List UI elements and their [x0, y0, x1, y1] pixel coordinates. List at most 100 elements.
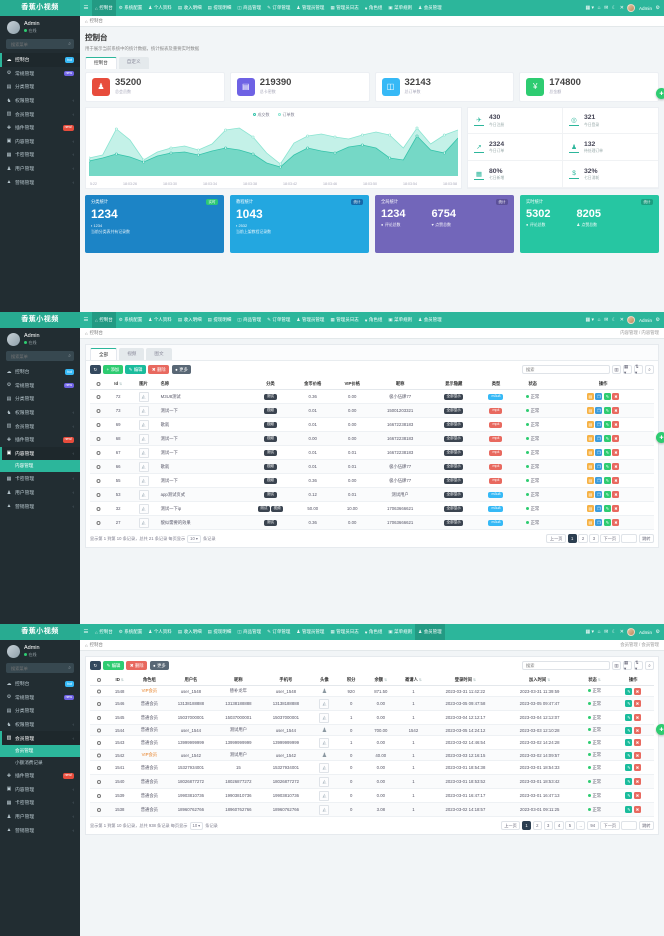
sidebar-item-2[interactable]: ▤分类管理: [0, 392, 80, 406]
delete-button[interactable]: ✖: [634, 739, 641, 746]
gear-icon[interactable]: ⚙: [656, 629, 660, 635]
detail-button[interactable]: ▤: [587, 449, 594, 456]
sidebar-item-7[interactable]: ▦卡密管理‹: [0, 796, 80, 810]
sidebar-subitem-1[interactable]: 小额消费记录: [0, 757, 80, 769]
row-checkbox[interactable]: [97, 689, 102, 694]
mail-icon[interactable]: ✉: [604, 317, 608, 323]
nav-item-9[interactable]: ♥角色组: [362, 0, 386, 16]
select-all-checkbox[interactable]: [97, 678, 102, 683]
fullscreen-icon[interactable]: ✕: [620, 5, 624, 11]
gear-icon[interactable]: ⚙: [656, 317, 660, 323]
more-button[interactable]: ●更多: [172, 365, 192, 374]
nav-item-8[interactable]: ▦管理员日志: [327, 624, 361, 640]
user-avatar[interactable]: [627, 4, 635, 12]
copy-button[interactable]: ❐: [595, 505, 602, 512]
sidebar-item-1[interactable]: ⚙常规管理new: [0, 691, 80, 705]
delete-button[interactable]: ✖删除: [148, 365, 169, 374]
copy-button[interactable]: ❐: [595, 393, 602, 400]
edit-button[interactable]: ✎: [625, 739, 632, 746]
delete-button[interactable]: ✖: [612, 449, 619, 456]
sidebar-subitem-0[interactable]: 会员管理: [0, 745, 80, 757]
tab-0[interactable]: 全部: [90, 348, 117, 360]
sidebar-item-0[interactable]: ☁控制台hot: [0, 53, 80, 67]
sidebar-item-6[interactable]: ▣内容管理‹: [0, 135, 80, 149]
sidebar-item-0[interactable]: ☁控制台hot: [0, 365, 80, 379]
page-button-0[interactable]: 上一页: [546, 534, 566, 543]
user-avatar[interactable]: [627, 316, 635, 324]
row-checkbox[interactable]: [97, 794, 102, 799]
delete-button[interactable]: ✖: [612, 421, 619, 428]
edit-button[interactable]: ✎: [604, 505, 611, 512]
sidebar-subitem-0[interactable]: 内容管理: [0, 460, 80, 472]
nav-item-10[interactable]: ▣菜单规则: [385, 0, 415, 16]
copy-button[interactable]: ❐: [595, 519, 602, 526]
tab-1[interactable]: 自定义: [119, 57, 149, 69]
row-checkbox[interactable]: [96, 507, 101, 512]
fullscreen-icon[interactable]: ✕: [620, 629, 624, 635]
home-icon[interactable]: ⌂: [598, 629, 601, 635]
sort-icon[interactable]: ⇅: [119, 382, 122, 386]
show-badge[interactable]: 全部显示: [444, 464, 463, 470]
search-icon[interactable]: ⌕: [645, 661, 654, 670]
nav-item-0[interactable]: ⌂控制台: [92, 312, 116, 328]
apps-icon[interactable]: ▦ ▾: [585, 5, 594, 11]
nav-item-11[interactable]: ♟会员管理: [415, 0, 445, 16]
edit-button[interactable]: ✎: [625, 727, 632, 734]
nav-item-1[interactable]: ⚙系统配置: [116, 312, 146, 328]
row-checkbox[interactable]: [97, 716, 102, 721]
filter-icon[interactable]: ▦ ▾: [623, 661, 632, 670]
user-avatar[interactable]: [627, 628, 635, 636]
edit-button[interactable]: ✎: [604, 491, 611, 498]
sort-icon[interactable]: ⇅: [121, 678, 124, 682]
nav-item-4[interactable]: ▤提现明细: [205, 312, 235, 328]
detail-button[interactable]: ▤: [587, 491, 594, 498]
edit-button[interactable]: ✎: [625, 764, 632, 771]
legend-item-1[interactable]: 订单数: [278, 112, 295, 118]
fullscreen-icon[interactable]: ✕: [620, 317, 624, 323]
table-search-input[interactable]: [522, 661, 610, 670]
delete-button[interactable]: ✖: [634, 714, 641, 721]
nav-item-6[interactable]: ✎订单管理: [264, 312, 293, 328]
theme-icon[interactable]: ☾: [612, 5, 616, 11]
sidebar-item-9[interactable]: ▲营销管理‹: [0, 175, 80, 189]
edit-button[interactable]: ✎: [604, 393, 611, 400]
copy-button[interactable]: ❐: [595, 421, 602, 428]
row-checkbox[interactable]: [97, 766, 102, 771]
copy-button[interactable]: ❐: [595, 491, 602, 498]
sidebar-item-7[interactable]: ▦卡密管理‹: [0, 472, 80, 486]
sidebar-item-7[interactable]: ▦卡密管理‹: [0, 148, 80, 162]
sidebar-item-8[interactable]: ♟用户管理‹: [0, 162, 80, 176]
select-all-checkbox[interactable]: [96, 382, 101, 387]
legend-item-0[interactable]: 成交数: [253, 112, 270, 118]
delete-button[interactable]: ✖: [612, 491, 619, 498]
nav-item-2[interactable]: ♟个人资料: [145, 312, 175, 328]
sidebar-item-0[interactable]: ☁控制台hot: [0, 677, 80, 691]
sidebar-item-6[interactable]: ▣内容管理‹: [0, 783, 80, 797]
row-checkbox[interactable]: [96, 423, 101, 428]
delete-button[interactable]: ✖: [634, 792, 641, 799]
show-badge[interactable]: 全部显示: [444, 436, 463, 442]
delete-button[interactable]: ✖删除: [126, 661, 147, 670]
sidebar-item-9[interactable]: ▲营销管理‹: [0, 823, 80, 837]
edit-button[interactable]: ✎: [625, 792, 632, 799]
edit-button[interactable]: ✎: [604, 421, 611, 428]
sidebar-search-input[interactable]: [9, 665, 68, 672]
menu-toggle-icon[interactable]: ☰: [80, 629, 92, 635]
theme-icon[interactable]: ☾: [612, 317, 616, 323]
nav-item-9[interactable]: ♥角色组: [362, 624, 386, 640]
nav-item-10[interactable]: ▣菜单规则: [385, 312, 415, 328]
detail-button[interactable]: ▤: [587, 393, 594, 400]
nav-item-6[interactable]: ✎订单管理: [264, 624, 293, 640]
nav-item-7[interactable]: ♟管理员管理: [293, 0, 327, 16]
copy-button[interactable]: ❐: [595, 463, 602, 470]
nav-item-11[interactable]: ♟会员管理: [415, 624, 445, 640]
sidebar-item-2[interactable]: ▤分类管理: [0, 704, 80, 718]
sort-icon[interactable]: ⇅: [419, 678, 422, 682]
edit-button[interactable]: ✎: [604, 463, 611, 470]
row-checkbox[interactable]: [96, 437, 101, 442]
sidebar-item-8[interactable]: ♟用户管理‹: [0, 810, 80, 824]
sidebar-item-5[interactable]: ✚插件管理new!: [0, 433, 80, 447]
row-checkbox[interactable]: [96, 451, 101, 456]
edit-button[interactable]: ✎: [625, 752, 632, 759]
sidebar-search-input[interactable]: [9, 41, 68, 48]
